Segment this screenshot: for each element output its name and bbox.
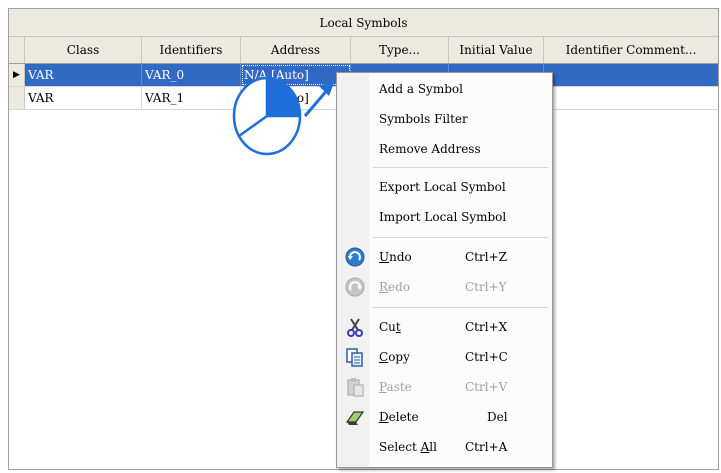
menu-separator bbox=[373, 167, 548, 168]
menu-label: Redo bbox=[379, 280, 411, 294]
paste-icon bbox=[347, 378, 364, 397]
column-identifiers[interactable]: Identifiers bbox=[142, 37, 241, 63]
cell-identifier[interactable]: VAR_0 bbox=[142, 64, 241, 86]
menu-item-select-all[interactable]: Select All Ctrl+A bbox=[339, 433, 550, 461]
cell-identifier[interactable]: VAR_1 bbox=[142, 87, 241, 109]
cell-address[interactable]: N/A [Auto] bbox=[241, 87, 351, 109]
menu-shortcut: Ctrl+X bbox=[465, 320, 508, 334]
menu-label: Remove Address bbox=[379, 142, 481, 156]
menu-item-cut[interactable]: Cut Ctrl+X bbox=[339, 313, 550, 341]
menu-label: Symbols Filter bbox=[379, 112, 468, 126]
undo-icon bbox=[345, 247, 365, 267]
menu-shortcut: Ctrl+Y bbox=[465, 280, 507, 294]
menu-item-paste[interactable]: Paste Ctrl+V bbox=[339, 373, 550, 401]
menu-label: Copy bbox=[379, 350, 410, 364]
menu-separator bbox=[373, 237, 548, 238]
column-header-row: Class Identifiers Address Type... Initia… bbox=[9, 37, 718, 64]
column-initial-value[interactable]: Initial Value bbox=[449, 37, 544, 63]
column-class[interactable]: Class bbox=[25, 37, 142, 63]
row-selector[interactable] bbox=[9, 87, 25, 109]
context-menu: Add a Symbol Symbols Filter Remove Addre… bbox=[336, 72, 553, 468]
menu-label: Select All bbox=[379, 440, 437, 454]
menu-label: Undo bbox=[379, 250, 412, 264]
menu-separator bbox=[373, 307, 548, 308]
redo-icon bbox=[345, 277, 365, 297]
menu-label: Cut bbox=[379, 320, 401, 334]
cell-comment[interactable] bbox=[544, 87, 718, 109]
menu-label: Export Local Symbol bbox=[379, 180, 506, 194]
menu-label: Paste bbox=[379, 380, 412, 394]
column-identifier-comment[interactable]: Identifier Comment... bbox=[544, 37, 718, 63]
menu-label: Add a Symbol bbox=[379, 82, 463, 96]
menu-item-symbols-filter[interactable]: Symbols Filter bbox=[339, 105, 550, 133]
menu-shortcut: Ctrl+Z bbox=[465, 250, 507, 264]
menu-item-redo[interactable]: Redo Ctrl+Y bbox=[339, 273, 550, 301]
row-header-corner bbox=[9, 37, 25, 63]
menu-shortcut: Ctrl+A bbox=[465, 440, 508, 454]
cell-class[interactable]: VAR bbox=[25, 87, 142, 109]
copy-icon bbox=[346, 348, 363, 367]
cell-comment[interactable] bbox=[544, 64, 718, 86]
cell-address[interactable]: N/A [Auto] bbox=[241, 64, 351, 86]
column-type[interactable]: Type... bbox=[351, 37, 449, 63]
menu-item-remove-address[interactable]: Remove Address bbox=[339, 135, 550, 163]
menu-label: Delete bbox=[379, 410, 419, 424]
menu-shortcut: Ctrl+V bbox=[465, 380, 508, 394]
eraser-icon bbox=[345, 411, 365, 425]
cell-class[interactable]: VAR bbox=[25, 64, 142, 86]
group-title: Local Symbols bbox=[319, 15, 408, 30]
group-header: Local Symbols bbox=[9, 9, 718, 37]
menu-item-export-local-symbol[interactable]: Export Local Symbol bbox=[339, 173, 550, 201]
menu-item-copy[interactable]: Copy Ctrl+C bbox=[339, 343, 550, 371]
scissors-icon bbox=[347, 318, 363, 337]
menu-item-undo[interactable]: Undo Ctrl+Z bbox=[339, 243, 550, 271]
menu-label: Import Local Symbol bbox=[379, 210, 507, 224]
column-address[interactable]: Address bbox=[241, 37, 351, 63]
menu-shortcut: Ctrl+C bbox=[465, 350, 508, 364]
menu-item-delete[interactable]: Delete Del bbox=[339, 403, 550, 431]
menu-item-add-symbol[interactable]: Add a Symbol bbox=[339, 75, 550, 103]
menu-shortcut: Del bbox=[487, 410, 508, 424]
row-selector-icon[interactable]: ▶ bbox=[9, 64, 25, 86]
menu-item-import-local-symbol[interactable]: Import Local Symbol bbox=[339, 203, 550, 231]
